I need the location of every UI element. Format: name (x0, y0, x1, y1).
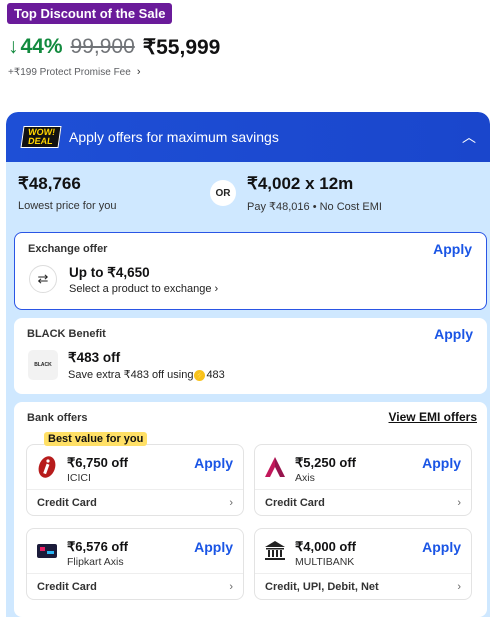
lowest-price-block: ₹48,766 Lowest price for you (18, 174, 116, 212)
chevron-right-icon: › (457, 496, 461, 509)
emi-amount: ₹4,002 x 12m (247, 174, 354, 193)
exchange-icon: ⇄ (29, 265, 57, 293)
emi-block: ₹4,002 x 12m Pay ₹48,016 • No Cost EMI (247, 174, 382, 213)
black-title: ₹483 off (68, 350, 121, 365)
bank-offer-amount: ₹4,000 off (295, 539, 357, 554)
chevron-right-icon: › (136, 66, 141, 78)
bank-building-icon (265, 541, 285, 560)
bank-apply-button[interactable]: Apply (194, 455, 233, 471)
bank-offer-amount: ₹5,250 off (295, 455, 357, 470)
chevron-right-icon: › (229, 580, 233, 593)
bank-apply-button[interactable]: Apply (422, 539, 461, 555)
best-value-tag: Best value for you (44, 432, 148, 446)
exchange-offer-card[interactable]: Exchange offer Apply ⇄ Up to ₹4,650 Sele… (14, 232, 487, 310)
bank-name: Flipkart Axis (67, 556, 124, 568)
bank-offer-amount: ₹6,750 off (67, 455, 129, 470)
down-arrow-icon: ↓ (8, 35, 19, 58)
bank-name: Axis (295, 472, 315, 484)
price-row: ↓ 44% 99,900 ₹55,999 (8, 33, 220, 61)
exchange-title: Up to ₹4,650 (69, 265, 150, 280)
final-price: ₹55,999 (142, 35, 221, 59)
bank-offer-tile-icici[interactable]: ₹6,750 off ICICI Apply Credit Card › (26, 444, 244, 516)
protect-promise-fee[interactable]: +₹199 Protect Promise Fee › (8, 66, 140, 78)
chevron-right-icon: › (214, 283, 219, 295)
top-discount-badge: Top Discount of the Sale (7, 3, 173, 24)
bank-offer-footer[interactable]: Credit Card › (27, 489, 243, 515)
bank-offer-footer[interactable]: Credit, UPI, Debit, Net › (255, 573, 471, 599)
black-benefit-label: BLACK Benefit (27, 328, 106, 340)
emi-label: Pay ₹48,016 • No Cost EMI (247, 201, 382, 213)
exchange-offer-label: Exchange offer (28, 243, 108, 255)
chevron-right-icon: › (229, 496, 233, 509)
lowest-price: ₹48,766 (18, 174, 81, 193)
chevron-right-icon: › (457, 580, 461, 593)
supercoin-icon: ⚡ (194, 369, 206, 381)
exchange-apply-button[interactable]: Apply (433, 241, 472, 257)
bank-offer-footer[interactable]: Credit Card › (27, 573, 243, 599)
bank-apply-button[interactable]: Apply (422, 455, 461, 471)
lowest-price-label: Lowest price for you (18, 200, 117, 212)
discount-value: 44% (20, 35, 63, 58)
black-logo-icon: BLACK (28, 350, 58, 380)
black-benefit-card[interactable]: BLACK Benefit Apply BLACK ₹483 off Save … (14, 318, 487, 394)
bank-offer-amount: ₹6,576 off (67, 539, 129, 554)
exchange-subtitle[interactable]: Select a product to exchange › (69, 283, 218, 295)
offers-header[interactable]: WOW! DEAL Apply offers for maximum savin… (6, 112, 490, 162)
view-emi-offers-link[interactable]: View EMI offers (389, 410, 477, 424)
bank-offers-card: Bank offers View EMI offers Best value f… (14, 402, 487, 617)
discount-percent: ↓ 44% (8, 35, 63, 59)
flipkart-axis-card-icon (37, 544, 57, 558)
bank-offer-footer[interactable]: Credit Card › (255, 489, 471, 515)
bank-offers-label: Bank offers (27, 412, 88, 424)
fee-text: +₹199 Protect Promise Fee (8, 66, 131, 78)
bank-apply-button[interactable]: Apply (194, 539, 233, 555)
or-divider: OR (210, 180, 236, 206)
offers-header-title: Apply offers for maximum savings (69, 129, 279, 145)
chevron-up-icon[interactable]: ︿ (462, 127, 476, 147)
lowest-price-section: ₹48,766 Lowest price for you OR ₹4,002 x… (6, 162, 490, 224)
bank-name: ICICI (67, 472, 91, 484)
bank-name: MULTIBANK (295, 556, 355, 568)
mrp-price: 99,900 (70, 35, 135, 58)
bank-offer-tile-axis[interactable]: ₹5,250 off Axis Apply Credit Card › (254, 444, 472, 516)
icici-logo-icon (38, 456, 56, 478)
black-apply-button[interactable]: Apply (434, 326, 473, 342)
axis-logo-icon (265, 457, 285, 477)
bank-offer-tile-multibank[interactable]: ₹4,000 off MULTIBANK Apply Credit, UPI, … (254, 528, 472, 600)
offers-panel: WOW! DEAL Apply offers for maximum savin… (6, 112, 490, 617)
bank-offer-tile-flipkart-axis[interactable]: ₹6,576 off Flipkart Axis Apply Credit Ca… (26, 528, 244, 600)
black-subtitle: Save extra ₹483 off using ⚡ 483 (68, 369, 225, 381)
wow-deal-logo: WOW! DEAL (20, 126, 62, 148)
